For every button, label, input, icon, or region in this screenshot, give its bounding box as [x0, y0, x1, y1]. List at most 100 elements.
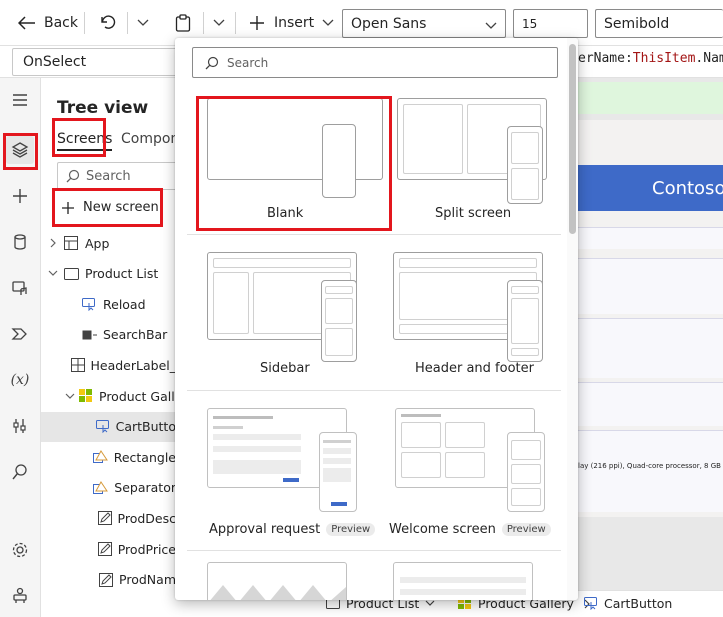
button-icon	[95, 419, 110, 435]
media-icon[interactable]	[6, 274, 34, 302]
scrollbar-thumb[interactable]	[569, 44, 576, 234]
phone-pane	[325, 298, 353, 324]
back-button[interactable]: Back	[18, 9, 78, 37]
placeholder-card	[445, 422, 485, 448]
placeholder-field	[323, 458, 351, 464]
divider	[235, 12, 236, 34]
font-size-value: 15	[522, 16, 538, 31]
header-bar	[399, 258, 537, 268]
formula-input[interactable]: erName:ThisItem.Name	[578, 51, 723, 66]
chevron-down-icon[interactable]	[47, 270, 59, 277]
font-family-value: Open Sans	[351, 15, 427, 32]
chevron-down-icon	[485, 18, 497, 34]
phone-pane	[511, 168, 539, 200]
font-size-input[interactable]: 15	[513, 9, 588, 38]
virtual-agent-icon[interactable]	[6, 582, 34, 610]
tree-item-label: SearchBar	[103, 327, 168, 343]
template-header-footer[interactable]: Header and footer	[389, 250, 569, 385]
power-automate-icon[interactable]	[6, 320, 34, 348]
template-name: Welcome screen	[389, 522, 496, 537]
back-arrow-icon	[18, 16, 36, 30]
preview-badge: Preview	[501, 523, 551, 536]
tree-item-label: Product Galle	[99, 388, 176, 404]
highlight-box	[52, 118, 106, 157]
template-approval-request[interactable]: Approval request Preview	[197, 406, 377, 546]
tree-item[interactable]: HeaderLabel_	[41, 350, 176, 380]
tree-item[interactable]: Product Galle	[41, 381, 176, 411]
header-bar	[213, 258, 351, 268]
formula-suffix: .Name	[695, 51, 723, 66]
tree-item-label: ProdDesc	[117, 510, 176, 526]
template-partial-form[interactable]	[393, 562, 533, 600]
search-icon[interactable]	[6, 458, 34, 486]
chevron-down-icon	[322, 19, 334, 27]
paste-button[interactable]	[175, 9, 191, 37]
template-sidebar[interactable]: Sidebar	[197, 250, 377, 385]
undo-icon	[100, 15, 118, 31]
font-family-select[interactable]: Open Sans	[342, 9, 506, 38]
split-left-pane	[403, 104, 463, 174]
tree-item[interactable]: ProdPrice	[41, 534, 176, 564]
placeholder-card	[511, 464, 541, 484]
tree-item-label: Separator	[114, 480, 176, 496]
placeholder-field	[213, 434, 301, 440]
insert-label: Insert	[274, 15, 315, 31]
button-icon	[81, 296, 97, 312]
banner-title: Contoso	[652, 177, 723, 199]
tree-item-label: Reload	[103, 296, 146, 312]
tree-item[interactable]: SearchBar	[41, 320, 176, 350]
template-search-input[interactable]: Search	[192, 47, 558, 78]
tree-item[interactable]: Product List	[41, 259, 176, 289]
tree-item-label: App	[85, 235, 110, 251]
tab-components[interactable]: Components	[121, 131, 176, 147]
undo-dropdown[interactable]	[137, 9, 149, 37]
chevron-right-icon[interactable]	[47, 238, 59, 248]
tree-item[interactable]: ProdDesc	[41, 503, 176, 533]
tree-view-pane: Tree view Screens Components Search New …	[41, 78, 176, 617]
highlight-box	[3, 133, 38, 170]
tree-view-title: Tree view	[57, 98, 149, 118]
tree-item[interactable]: App	[41, 228, 176, 258]
tree-search-input[interactable]: Search	[57, 162, 176, 190]
placeholder-field	[400, 589, 526, 595]
undo-button[interactable]	[100, 9, 118, 37]
placeholder-line	[323, 440, 351, 443]
settings-icon[interactable]	[6, 536, 34, 564]
insert-button[interactable]: Insert	[249, 9, 334, 37]
tree-item[interactable]: ProdNam	[41, 565, 176, 595]
hamburger-icon[interactable]	[6, 86, 34, 114]
tree-item[interactable]: Reload	[41, 289, 176, 319]
template-split-screen[interactable]: Split screen	[389, 96, 569, 231]
tree-item-label: CartButto	[115, 419, 176, 435]
placeholder-card	[445, 452, 485, 478]
breadcrumb-control[interactable]: CartButton	[584, 596, 672, 611]
data-icon[interactable]	[6, 228, 34, 256]
template-partial-gallery[interactable]	[207, 562, 347, 600]
label-icon	[70, 357, 85, 373]
paste-dropdown[interactable]	[213, 9, 225, 37]
canvas-row	[576, 318, 723, 378]
mountain-placeholder-icon	[210, 585, 346, 600]
tree-item[interactable]: Rectangle	[41, 442, 176, 472]
property-select[interactable]: OnSelect	[12, 48, 192, 76]
advanced-tools-icon[interactable]	[6, 412, 34, 440]
header-banner[interactable]: Contoso	[576, 165, 723, 211]
placeholder-button	[331, 502, 347, 506]
tree-item-label: Rectangle	[113, 449, 176, 465]
chevron-down-icon[interactable]	[65, 393, 75, 400]
template-welcome-screen[interactable]: Welcome screen Preview	[389, 406, 569, 546]
template-label: Header and footer	[415, 361, 534, 376]
shape-icon	[92, 449, 108, 465]
clipboard-icon	[175, 14, 191, 32]
template-label: Approval request Preview	[209, 522, 376, 537]
tree-item[interactable]: Separator	[41, 473, 176, 503]
placeholder-line	[401, 414, 441, 417]
preview-badge: Preview	[326, 523, 376, 536]
tree-item[interactable]: CartButto	[41, 411, 176, 442]
insert-icon[interactable]	[6, 182, 34, 210]
placeholder-field	[213, 446, 301, 452]
canvas-info-strip	[576, 82, 723, 114]
screen-icon	[63, 266, 79, 282]
font-weight-select[interactable]: Semibold	[595, 9, 723, 38]
variables-icon[interactable]: (x)	[6, 366, 34, 394]
